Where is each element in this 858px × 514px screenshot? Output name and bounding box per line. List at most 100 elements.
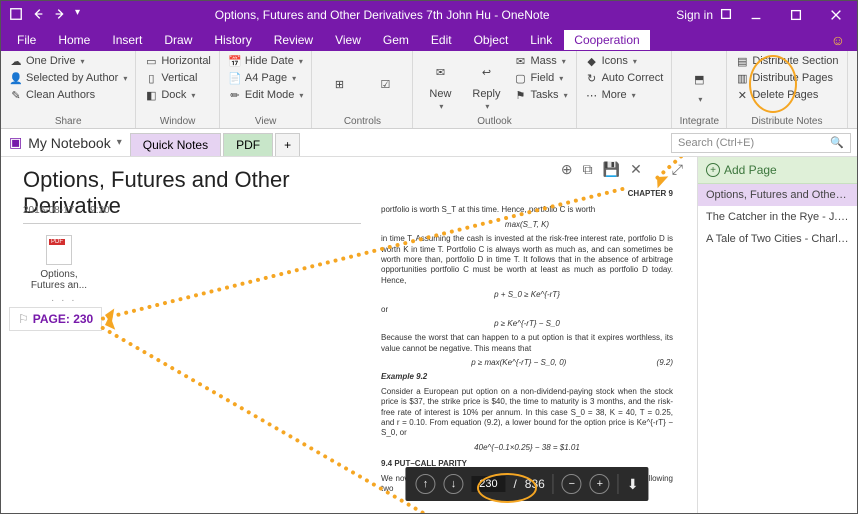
- pdf-text: in time T. Assuming the cash is invested…: [381, 234, 673, 286]
- pdf-content[interactable]: CHAPTER 9 portfolio is worth S_T at this…: [361, 185, 693, 509]
- autocorrect-button[interactable]: ↻Auto Correct: [583, 70, 666, 86]
- group-play-label: Play: [854, 122, 858, 134]
- menu-gem[interactable]: Gem: [373, 30, 419, 50]
- tab-quick-notes[interactable]: Quick Notes: [130, 133, 221, 156]
- hide-date-button[interactable]: 📅Hide Date: [226, 53, 306, 69]
- pdf-save-icon[interactable]: 💾: [603, 161, 620, 178]
- window-title: Options, Futures and Other Derivatives 7…: [88, 8, 676, 22]
- pdf-attachment[interactable]: Options, Futures an...: [29, 235, 89, 291]
- undo-icon[interactable]: [31, 7, 45, 24]
- more-icon: ⋯: [585, 88, 599, 102]
- pdf-zoom-out-button[interactable]: −: [562, 474, 582, 494]
- field-button[interactable]: ▢Field: [511, 70, 569, 86]
- redo-icon[interactable]: [53, 7, 67, 24]
- pdf-text: Because the worst that can happen to a p…: [381, 333, 673, 354]
- delete-pages-button[interactable]: ✕Delete Pages: [733, 87, 840, 103]
- dist-pages-icon: ▥: [735, 71, 749, 85]
- controls-icon: ⊞: [325, 71, 353, 99]
- date-icon: 📅: [228, 54, 242, 68]
- onedrive-button[interactable]: ☁One Drive: [7, 53, 129, 69]
- drag-handle-icon[interactable]: · · ·: [51, 295, 77, 306]
- tasks-button[interactable]: ⚑Tasks: [511, 87, 569, 103]
- minimize-button[interactable]: [739, 1, 773, 29]
- pdf-text: or: [381, 305, 673, 315]
- controls-split-button[interactable]: ⊞: [318, 53, 360, 116]
- author-icon: 👤: [9, 71, 23, 85]
- menu-link[interactable]: Link: [520, 30, 562, 50]
- note-canvas[interactable]: Options, Futures and Other Derivative 20…: [1, 157, 697, 513]
- pdf-page-total: 836: [525, 477, 545, 491]
- icons-button[interactable]: ◆Icons: [583, 53, 666, 69]
- pdf-expand-icon[interactable]: ⤢: [672, 161, 683, 178]
- a4-page-button[interactable]: 📄A4 Page: [226, 70, 306, 86]
- mass-icon: ✉: [513, 54, 527, 68]
- note-date: 2016-08-17: [23, 205, 74, 216]
- menu-home[interactable]: Home: [48, 30, 100, 50]
- smile-icon[interactable]: ☺: [831, 32, 851, 48]
- new-mail-button[interactable]: ✉New: [419, 53, 461, 116]
- pdf-example-heading: Example 9.2: [381, 372, 673, 382]
- selected-by-author-button[interactable]: 👤Selected by Author: [7, 70, 129, 86]
- clean-authors-button[interactable]: ✎Clean Authors: [7, 87, 129, 103]
- pdf-page-down-button[interactable]: ↓: [443, 474, 463, 494]
- vertical-button[interactable]: ▯Vertical: [142, 70, 213, 86]
- tab-pdf[interactable]: PDF: [223, 133, 273, 156]
- pdf-page-input[interactable]: [471, 476, 505, 492]
- slideshow-button[interactable]: ▶Slide Show: [854, 53, 858, 122]
- integrate-button[interactable]: ⬒: [678, 53, 720, 116]
- add-page-button[interactable]: + Add Page: [698, 157, 857, 184]
- dock-button[interactable]: ◧Dock: [142, 87, 213, 103]
- close-button[interactable]: [819, 1, 853, 29]
- menu-edit[interactable]: Edit: [421, 30, 462, 50]
- sign-in-link[interactable]: Sign in: [676, 8, 713, 22]
- menu-object[interactable]: Object: [464, 30, 519, 50]
- search-placeholder: Search (Ctrl+E): [678, 137, 754, 149]
- distribute-section-button[interactable]: ▤Distribute Section: [733, 53, 840, 69]
- pdf-adobe-icon[interactable]: ⬇: [627, 476, 639, 493]
- notebook-name[interactable]: My Notebook: [28, 135, 110, 151]
- edit-mode-button[interactable]: ✏Edit Mode: [226, 87, 306, 103]
- vertical-icon: ▯: [144, 71, 158, 85]
- page-marker[interactable]: PAGE: 230: [9, 307, 102, 331]
- menu-history[interactable]: History: [204, 30, 261, 50]
- account-icon[interactable]: [719, 7, 733, 24]
- tab-add[interactable]: +: [275, 133, 300, 156]
- controls-checkbox-button[interactable]: ☑: [364, 53, 406, 116]
- pdf-page-up-button[interactable]: ↑: [415, 474, 435, 494]
- group-integrate-label: Integrate: [678, 116, 720, 128]
- menu-cooperation[interactable]: Cooperation: [564, 30, 649, 50]
- pdf-eq: 40e^{−0.1×0.25} − 38 = $1.01: [381, 443, 673, 453]
- reply-button[interactable]: ↩Reply: [465, 53, 507, 116]
- menu-review[interactable]: Review: [264, 30, 323, 50]
- pdf-copy-icon[interactable]: ⧉: [583, 161, 593, 178]
- pdf-insert-icon[interactable]: ⊕: [561, 161, 573, 178]
- integrate-icon: ⬒: [685, 65, 713, 93]
- dock-icon: ◧: [144, 88, 158, 102]
- pdf-chapter: CHAPTER 9: [381, 189, 673, 199]
- search-icon: 🔍: [830, 136, 844, 149]
- pdf-file-icon: [46, 235, 72, 265]
- page-list-item[interactable]: Options, Futures and Other Deriva: [698, 184, 857, 206]
- menu-file[interactable]: File: [7, 30, 46, 50]
- notebook-dropdown-icon[interactable]: ▾: [117, 137, 122, 148]
- notebook-icon: ▣: [9, 134, 22, 151]
- page-list-item[interactable]: The Catcher in the Rye - J.D. Salin: [698, 206, 857, 228]
- menu-draw[interactable]: Draw: [154, 30, 202, 50]
- page-sidebar: + Add Page Options, Futures and Other De…: [697, 157, 857, 513]
- horizontal-button[interactable]: ▭Horizontal: [142, 53, 213, 69]
- menu-insert[interactable]: Insert: [102, 30, 152, 50]
- qat-more-icon[interactable]: ▾: [75, 7, 80, 24]
- page-list-item[interactable]: A Tale of Two Cities - Charles Dic: [698, 228, 857, 250]
- maximize-button[interactable]: [779, 1, 813, 29]
- distribute-pages-button[interactable]: ▥Distribute Pages: [733, 70, 840, 86]
- clean-icon: ✎: [9, 88, 23, 102]
- pdf-eq: p + S_0 ≥ Ke^{-rT}: [381, 290, 673, 300]
- pdf-close-icon[interactable]: ✕: [630, 161, 642, 178]
- menu-view[interactable]: View: [325, 30, 371, 50]
- checkbox-icon: ☑: [371, 71, 399, 99]
- pdf-eq: max(S_T, K): [381, 220, 673, 230]
- search-input[interactable]: Search (Ctrl+E) 🔍: [671, 133, 851, 153]
- more-button[interactable]: ⋯More: [583, 87, 666, 103]
- mass-button[interactable]: ✉Mass: [511, 53, 569, 69]
- pdf-zoom-in-button[interactable]: +: [590, 474, 610, 494]
